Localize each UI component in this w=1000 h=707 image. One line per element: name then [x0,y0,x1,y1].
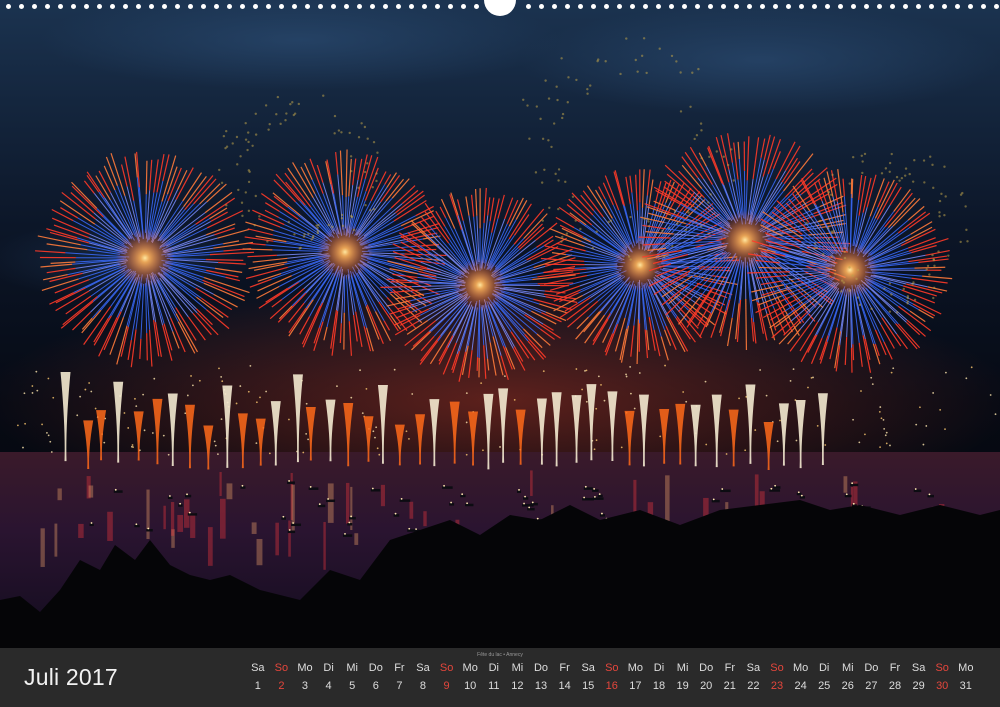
day-number: 12 [511,680,524,692]
calendar-day: So 9 [435,662,459,692]
day-number: 3 [301,680,309,692]
day-number: 7 [396,680,403,692]
calendar-day: Mo 3 [293,662,317,692]
calendar-day: Di 11 [482,662,506,692]
day-number: 27 [865,680,878,692]
weekday-label: Fr [559,662,570,674]
day-number: 4 [325,680,332,692]
day-number: 31 [959,680,972,692]
day-number: 10 [464,680,477,692]
day-number: 14 [558,680,571,692]
calendar-day: Do 13 [529,662,553,692]
calendar-day: Do 6 [364,662,388,692]
weekday-label: Mo [297,662,313,674]
day-number: 19 [676,680,689,692]
calendar-day: Di 18 [647,662,671,692]
weekday-label: So [274,662,289,674]
month-title: Juli 2017 [24,664,118,690]
weekday-label: So [935,662,949,674]
day-number: 5 [349,680,356,692]
weekday-label: Fr [724,662,735,674]
day-number: 2 [278,680,285,692]
weekday-label: Sa [251,662,265,674]
weekday-label: Sa [911,662,926,674]
calendar-day: Mi 19 [671,662,695,692]
calendar-day: Mo 10 [458,662,482,692]
day-number: 16 [605,680,618,692]
calendar-day: So 30 [930,662,954,692]
weekday-label: Fr [394,662,405,674]
day-number: 21 [723,680,736,692]
weekday-label: Di [488,662,499,674]
calendar-bar: Fête du lac • Annecy Juli 2017 Sa 1 So 2 Mo 3… [0,648,1000,707]
calendar-day: Do 20 [694,662,718,692]
calendar-day: Fr 14 [553,662,577,692]
day-number: 20 [700,680,713,692]
weekday-label: Mi [676,662,689,674]
day-number: 26 [841,680,854,692]
calendar-day: Mo 17 [624,662,648,692]
weekday-label: Do [533,662,549,674]
weekday-label: Di [818,662,830,674]
calendar-day: Fr 7 [388,662,412,692]
day-number: 24 [794,680,807,692]
weekday-label: Mi [511,662,524,674]
calendar-day: Mo 31 [954,662,978,692]
day-number: 11 [488,680,500,692]
day-number: 15 [582,680,595,692]
calendar-day: Di 4 [317,662,341,692]
weekday-label: Mi [841,662,854,674]
day-number: 30 [936,680,949,692]
weekday-label: Sa [581,662,595,674]
weekday-label: So [439,662,454,674]
day-number: 18 [652,680,666,692]
weekday-label: Do [699,662,714,674]
weekday-label: Do [368,662,383,674]
weekday-label: Mo [627,662,644,674]
calendar-day: Sa 29 [907,662,931,692]
day-number: 8 [419,680,427,692]
calendar-day: Fr 21 [718,662,742,692]
calendar-day: Mi 26 [836,662,860,692]
weekday-label: Di [653,662,665,674]
day-number: 13 [534,680,548,692]
weekday-label: So [770,662,784,674]
day-number: 23 [770,680,784,692]
fireworks-photo [0,0,1000,648]
day-number: 6 [372,680,379,692]
weekday-label: Di [323,662,334,674]
day-number: 1 [254,680,261,692]
calendar-day: Mi 12 [506,662,530,692]
calendar-day: Sa 8 [411,662,435,692]
weekday-label: Mi [346,662,358,674]
day-number: 29 [912,680,925,692]
calendar-strip: Sa 1 So 2 Mo 3 Di 4 Mi 5 Do 6 Fr 7 Sa 8 So 9 Mo 10 Di 11 Mi 12 D… [246,662,980,702]
day-number: 25 [818,680,831,692]
weekday-label: Sa [416,662,430,674]
calendar-day: So 16 [600,662,624,692]
day-number: 9 [443,680,450,692]
calendar-day: Sa 1 [246,662,270,692]
weekday-label: Mo [958,662,974,674]
calendar-day: So 2 [270,662,294,692]
calendar-day: Do 27 [860,662,884,692]
photo-caption: Fête du lac • Annecy [477,652,523,658]
day-number: 22 [747,680,760,692]
calendar-day: Sa 22 [742,662,766,692]
calendar-day: So 23 [765,662,789,692]
weekday-label: Sa [746,662,761,674]
weekday-label: Mo [792,662,809,674]
calendar-day: Mi 5 [340,662,364,692]
weekday-label: Mo [462,662,478,674]
weekday-label: Do [864,662,879,674]
calendar-day: Sa 15 [576,662,600,692]
calendar-day: Fr 28 [883,662,907,692]
calendar-day: Di 25 [812,662,836,692]
calendar-page: Fête du lac • Annecy Juli 2017 Sa 1 So 2 Mo 3… [0,0,1000,707]
weekday-label: Fr [889,662,901,674]
weekday-label: So [605,662,619,674]
day-number: 17 [629,680,642,692]
calendar-day: Mo 24 [789,662,813,692]
day-number: 28 [888,680,902,692]
